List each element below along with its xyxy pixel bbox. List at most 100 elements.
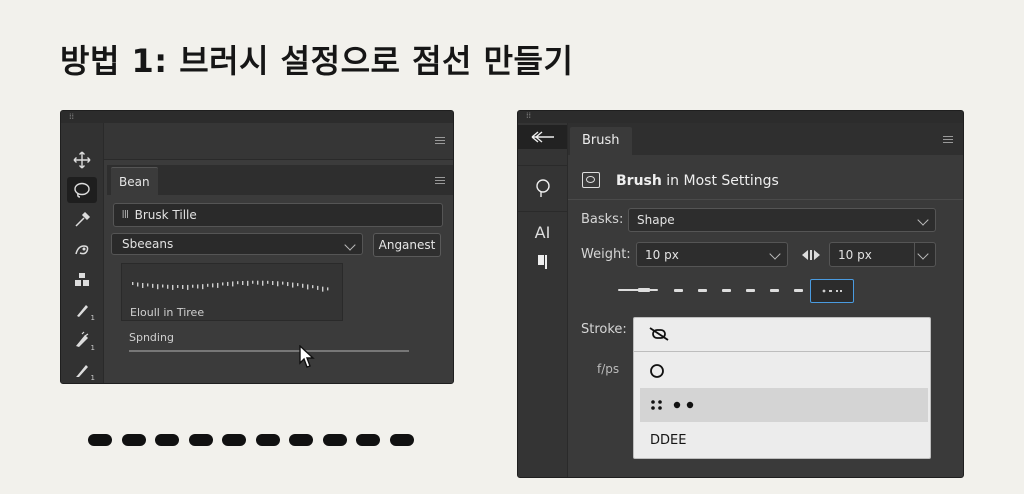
collapse-arrow-icon bbox=[531, 131, 554, 143]
page-title: 방법 1: 브러시 설정으로 점선 만들기 bbox=[60, 42, 574, 80]
weight-secondary-value: 10 px bbox=[838, 247, 872, 262]
weight-secondary-select[interactable]: 10 px bbox=[829, 242, 936, 267]
dash-style-option[interactable] bbox=[698, 289, 707, 292]
stamp-icon bbox=[75, 273, 89, 286]
brush-tip-icon: ꔖ bbox=[122, 208, 129, 221]
brush-tool[interactable]: 1 bbox=[67, 297, 97, 323]
grip-icon: ⁞⁞ bbox=[69, 112, 75, 121]
ai-tool-button[interactable]: AI bbox=[518, 219, 567, 245]
stroke-preview-mark bbox=[197, 284, 199, 289]
stroke-preview-mark bbox=[267, 280, 269, 284]
tab-menu-icon[interactable] bbox=[435, 177, 445, 185]
stroke-preview-mark bbox=[232, 281, 234, 287]
stroke-preview-mark bbox=[202, 284, 204, 290]
stroke-preview-mark bbox=[147, 283, 149, 287]
heading-rest: in Most Settings bbox=[661, 173, 779, 189]
brush-preset-value: Sbeeans bbox=[122, 237, 174, 251]
panel-tab-bar: Brush bbox=[568, 123, 963, 155]
preview-caption: Eloull in Tiree bbox=[130, 306, 205, 319]
stroke-preview-mark bbox=[307, 284, 309, 290]
chevron-down-icon bbox=[917, 248, 929, 260]
eyedropper-tool[interactable] bbox=[67, 207, 97, 233]
stroke-preview-mark bbox=[247, 280, 249, 286]
basks-select[interactable]: Shape bbox=[628, 208, 936, 232]
dash-style-option[interactable] bbox=[674, 289, 683, 292]
toolbar-separator bbox=[518, 211, 567, 212]
stroke-preview-mark bbox=[322, 286, 324, 292]
mixer-brush-icon bbox=[76, 331, 89, 347]
dash-style-option[interactable] bbox=[746, 289, 755, 292]
dash-style-option[interactable] bbox=[722, 289, 731, 292]
stroke-preview-marks bbox=[132, 280, 329, 292]
stroke-preview-mark bbox=[257, 280, 259, 285]
dash-style-solid-cap[interactable] bbox=[638, 288, 650, 292]
tool-sub-label: 1 bbox=[90, 344, 95, 352]
stroke-preview-mark bbox=[317, 285, 319, 290]
panel-header-row bbox=[104, 123, 453, 160]
pencil-icon bbox=[76, 365, 88, 377]
stamp-tool[interactable] bbox=[67, 267, 97, 293]
bookmark-tool[interactable] bbox=[518, 249, 567, 275]
lasso-tool[interactable] bbox=[67, 177, 97, 203]
grip-icon: ⁞⁞ bbox=[526, 111, 532, 120]
fps-label: f/ps bbox=[597, 362, 620, 376]
dash-segment bbox=[356, 434, 380, 446]
stroke-preview-mark bbox=[312, 285, 314, 289]
dash-style-selected[interactable] bbox=[810, 279, 854, 303]
dash-segment bbox=[121, 434, 146, 446]
dash-segment bbox=[88, 434, 112, 446]
pencil-tool[interactable]: 1 bbox=[67, 357, 97, 383]
dropdown-option-dots[interactable] bbox=[640, 388, 928, 422]
panel-menu-icon[interactable] bbox=[943, 136, 953, 144]
chevron-down-icon bbox=[344, 239, 356, 251]
brush-settings-icon bbox=[582, 172, 600, 188]
stroke-preview-mark bbox=[137, 282, 139, 287]
spacing-label: Spnding bbox=[129, 331, 174, 344]
tools-toolbar: 1 1 1 bbox=[61, 123, 104, 383]
panel-grip-bar[interactable]: ⁞⁞ bbox=[518, 111, 963, 123]
basks-value: Shape bbox=[637, 213, 675, 227]
panel-grip-bar[interactable]: ⁞⁞ bbox=[61, 111, 453, 123]
lasso-tool[interactable] bbox=[518, 175, 567, 201]
brush-panel-body: ꔖ Brusk Tille Sbeeans Anganest Eloull in… bbox=[107, 195, 453, 383]
mixer-brush-tool[interactable]: 1 bbox=[67, 327, 97, 353]
dash-segment bbox=[322, 434, 347, 446]
spacing-slider-track[interactable] bbox=[129, 350, 409, 352]
circle-icon bbox=[650, 364, 664, 378]
panel-heading: Brush in Most Settings bbox=[568, 163, 963, 200]
stroke-preview-mark bbox=[172, 284, 174, 290]
dropdown-option-link[interactable] bbox=[634, 318, 930, 352]
preset-action-button[interactable]: Anganest bbox=[373, 233, 441, 257]
stroke-preview-mark bbox=[217, 282, 219, 288]
stroke-preview: Eloull in Tiree bbox=[121, 263, 343, 321]
weight-select[interactable]: 10 px bbox=[636, 242, 788, 267]
tab-bean[interactable]: Bean bbox=[111, 167, 158, 196]
brush-tile-field[interactable]: ꔖ Brusk Tille bbox=[113, 203, 443, 227]
dropdown-option-circle[interactable] bbox=[634, 354, 930, 388]
healing-brush-tool[interactable] bbox=[67, 237, 97, 263]
dash-style-option[interactable] bbox=[794, 289, 803, 292]
stroke-preview-mark bbox=[212, 283, 214, 288]
brush-preset-select[interactable]: Sbeeans bbox=[111, 233, 363, 255]
stroke-preview-mark bbox=[277, 281, 279, 287]
panel-heading-text: Brush in Most Settings bbox=[616, 173, 779, 189]
stroke-preview-mark bbox=[167, 284, 169, 289]
move-tool[interactable] bbox=[67, 147, 97, 173]
panel-tab-bar: Bean bbox=[107, 165, 453, 196]
tab-brush[interactable]: Brush bbox=[570, 127, 632, 155]
stroke-preview-mark bbox=[287, 282, 289, 287]
stroke-preview-mark bbox=[157, 284, 159, 290]
toolbar-separator bbox=[518, 165, 567, 166]
panel-menu-icon[interactable] bbox=[435, 137, 445, 145]
dash-segment bbox=[188, 434, 213, 446]
dropdown-option-ddee[interactable]: DDEE bbox=[634, 424, 930, 458]
stroke-style-dropdown: DDEE bbox=[633, 317, 931, 459]
tool-sub-label: 1 bbox=[90, 374, 95, 382]
eyedropper-icon bbox=[75, 211, 91, 227]
stroke-preview-mark bbox=[162, 284, 164, 288]
collapse-panel-button[interactable] bbox=[518, 125, 567, 149]
lasso-icon bbox=[74, 182, 90, 198]
dash-segment bbox=[289, 434, 313, 446]
dash-style-option[interactable] bbox=[770, 289, 779, 292]
brush-settings-panel-left: ⁞⁞ 1 1 1 Bean ꔖ Brusk Tille Sbeeans Anga… bbox=[60, 110, 454, 384]
